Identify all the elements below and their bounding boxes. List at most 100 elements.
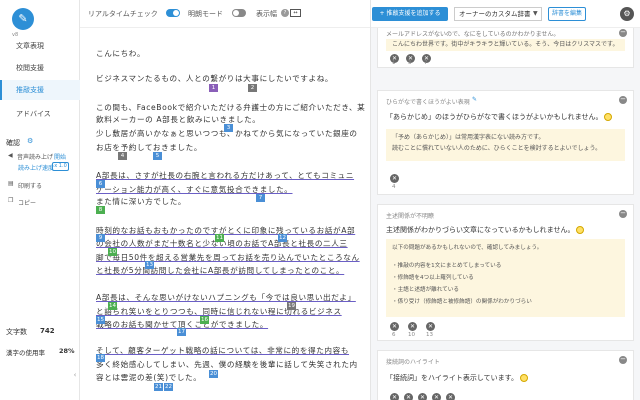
card-note: 以下の問題があるかもしれないので、確認してみましょう。 ・推敲の内容を1文にまと… xyxy=(386,239,625,317)
collapse-card-icon[interactable]: − xyxy=(619,96,627,104)
card-ref: 7 xyxy=(424,60,428,66)
text-line: ビジネスマンたるもの、人との繋がりは大事にしたいですよね。 xyxy=(96,74,334,83)
close-icon[interactable]: ✕ xyxy=(432,393,441,400)
issue-badge[interactable]: 8 xyxy=(96,206,105,214)
text-line: と社長が5分間訪問した会社にA部長が訪問してしまったとのこと。 xyxy=(96,266,345,275)
card-message: 主述関係がわかりづらい文章になっているかもしれません。 xyxy=(386,225,585,235)
sidebar-item-revision[interactable]: 推敲支援 xyxy=(0,80,80,100)
realtime-check-toggle[interactable] xyxy=(166,9,180,17)
note-line: 以下の問題があるかもしれないので、確認してみましょう。 xyxy=(392,245,543,251)
display-width-label: 表示幅 xyxy=(256,10,277,18)
close-icon[interactable]: ✕ xyxy=(404,393,413,400)
note-line: ・推敲の内容を1文にまとめてしまっている xyxy=(392,263,502,269)
close-icon[interactable]: ✕ xyxy=(426,322,435,331)
bright-mode-label: 明朗モード xyxy=(188,10,223,18)
card-ref: 1 xyxy=(392,60,396,66)
editor-area[interactable]: こんにちわ。 ビジネスマンたるもの、人との繋がりは大事にしたいですよね。 この間… xyxy=(80,28,370,400)
issue-badge[interactable]: 7 xyxy=(256,194,265,202)
issue-badge[interactable]: 18 xyxy=(96,354,105,362)
speed-select[interactable]: x 1.0 xyxy=(52,162,69,171)
collapse-card-icon[interactable]: − xyxy=(619,29,627,37)
suggestion-card[interactable]: 接続詞のハイライト − 「接続詞」をハイライト表示しています。 ✕ ✕ ✕ ✕ … xyxy=(377,350,634,400)
suggestion-card[interactable]: メールアドレスがないので、なにをしているのかわかりません。 こんにちわ世界です。… xyxy=(377,28,634,68)
text-line: A部長は、そんな思いがけないハプニングも「今では良い思い出だよ」 xyxy=(96,293,356,302)
edit-icon[interactable]: ✎ xyxy=(472,96,477,103)
note-line: ・係り受け（修飾語と被修飾語）の関係がわかりづらい xyxy=(392,299,532,305)
issue-badge[interactable]: 17 xyxy=(177,328,186,336)
text-line: また情に深い方でした。 xyxy=(96,197,187,206)
bright-mode-toggle[interactable] xyxy=(232,9,246,17)
card-note: 「予め（あらかじめ）」は常用漢字表にない読み方です。 読むことに慣れていない人の… xyxy=(386,129,625,161)
issue-badge[interactable]: 2 xyxy=(248,84,257,92)
close-icon[interactable]: ✕ xyxy=(418,393,427,400)
close-icon[interactable]: ✕ xyxy=(390,393,399,400)
card-note: こんにちわ世界です。街中がキラキラと輝いている。そう、今日はクリスマスです。 xyxy=(386,39,625,51)
issue-badge[interactable]: 1 xyxy=(209,84,218,92)
issue-badge[interactable]: 15 xyxy=(96,316,105,324)
text-line: A部長は、さすが社長の右腕と言われる方だけあって、とてもコミュニ xyxy=(96,171,355,180)
speech-start-link[interactable]: 開始 xyxy=(54,152,66,161)
print-button[interactable]: 印刷する xyxy=(18,181,42,190)
issue-badge[interactable]: 10 xyxy=(108,248,117,256)
issue-badge[interactable]: 5 xyxy=(153,152,162,160)
chevron-down-icon: ▼ xyxy=(533,10,538,17)
speed-label: 読み上げ速度 xyxy=(18,165,55,172)
issue-badge[interactable]: 6 xyxy=(96,180,105,188)
print-icon: ▤ xyxy=(8,180,14,187)
card-message: 「接続詞」をハイライト表示しています。 xyxy=(386,373,528,383)
close-icon[interactable]: ✕ xyxy=(446,393,455,400)
close-icon[interactable]: ✕ xyxy=(390,174,399,183)
settings-gear-icon[interactable]: ⚙ xyxy=(27,137,33,145)
gear-icon[interactable]: ⚙ xyxy=(620,7,634,21)
app-logo-icon: ✎ xyxy=(12,8,34,30)
suggestion-card[interactable]: 主述関係が不明瞭 − 主述関係がわかりづらい文章になっているかもしれません。 以… xyxy=(377,204,634,341)
issue-badge[interactable]: 12 xyxy=(278,234,287,242)
dictionary-select[interactable]: オーナーのカスタム辞書 xyxy=(454,7,542,21)
card-message: 「あらかじめ」のほうがひらがなで書くほうがよいかもしれません。 xyxy=(386,112,613,122)
issue-badge[interactable]: 3 xyxy=(224,124,233,132)
add-revision-button[interactable]: + 推敲支援を追加する xyxy=(372,7,448,21)
card-ref: 10 xyxy=(408,332,415,338)
card-title: ひらがなで書くほうがよい表現 xyxy=(386,99,470,106)
suggestion-card[interactable]: ひらがなで書くほうがよい表現 ✎ − 「あらかじめ」のほうがひらがなで書くほうが… xyxy=(377,90,634,195)
note-line: ・修飾語を4つ以上羅列している xyxy=(392,275,474,281)
help-icon[interactable]: ? xyxy=(281,9,289,17)
sidebar-item-expression[interactable]: 文章表現 xyxy=(0,36,80,56)
copy-button[interactable]: コピー xyxy=(18,198,36,207)
close-icon[interactable]: ✕ xyxy=(408,322,417,331)
edit-dictionary-button[interactable]: 辞書を編集 xyxy=(548,7,586,21)
text-line: 容とは雲泥の差(笑)でした。 xyxy=(96,373,202,382)
card-ref: 4 xyxy=(392,184,396,190)
text-line: こんにちわ。 xyxy=(96,49,146,58)
issue-badge[interactable]: 9 xyxy=(96,234,105,242)
close-icon[interactable]: ✕ xyxy=(390,322,399,331)
suggestions-panel: メールアドレスがないので、なにをしているのかわかりません。 こんにちわ世界です。… xyxy=(371,28,640,400)
sidebar-item-advice[interactable]: アドバイス xyxy=(0,104,80,124)
speech-label: 音声読み上げ xyxy=(17,154,54,161)
issue-badge[interactable]: 20 xyxy=(209,370,218,378)
collapse-card-icon[interactable]: − xyxy=(619,210,627,218)
confirm-heading: 確認 xyxy=(6,139,20,147)
issue-badge[interactable]: 22 xyxy=(164,383,173,391)
note-line: 読むことに慣れていない人のために、ひらくことを検討するとよいでしょう。 xyxy=(392,145,602,152)
smile-icon xyxy=(604,113,613,121)
issue-badge[interactable]: 11 xyxy=(215,234,224,242)
issue-badge[interactable]: 14 xyxy=(108,302,117,310)
card-ref: 6 xyxy=(392,332,396,338)
char-count-value: 742 xyxy=(40,327,55,335)
display-width-icon[interactable]: ↔ xyxy=(290,9,301,17)
issue-badge[interactable]: 21 xyxy=(154,383,163,391)
collapse-card-icon[interactable]: − xyxy=(619,356,627,364)
issue-badge[interactable]: 4 xyxy=(118,152,127,160)
text-line: 多く終始感心してしまい、先週、僕の経験を後輩に話して失笑された内 xyxy=(96,360,358,369)
card-ref: 3 xyxy=(408,60,412,66)
text-line: 脚で毎日50件を超える営業先を周ってお話を売り込んでいたところなん xyxy=(96,253,360,262)
sidebar-item-proofreading[interactable]: 校閲支援 xyxy=(0,58,80,78)
smile-icon xyxy=(519,374,528,382)
collapse-sidebar-icon[interactable]: ‹ xyxy=(70,368,80,382)
speaker-icon: ◀ xyxy=(8,152,13,159)
issue-badge[interactable]: 16 xyxy=(200,316,209,324)
issue-badge[interactable]: 13 xyxy=(145,261,154,269)
copy-icon: ❐ xyxy=(8,197,14,204)
issue-badge[interactable]: 19 xyxy=(287,302,296,310)
